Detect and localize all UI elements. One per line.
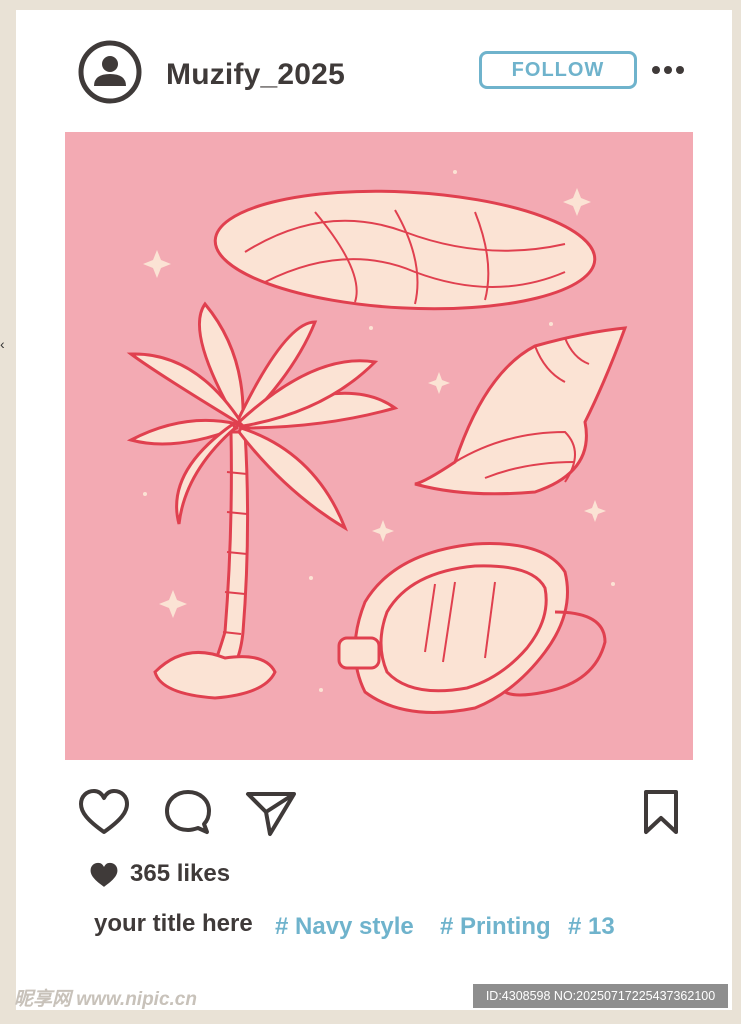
post-image[interactable]: [65, 132, 693, 760]
hashtag-link[interactable]: # Navy style: [275, 913, 414, 941]
username[interactable]: Muzify_2025: [166, 58, 345, 92]
more-options-icon[interactable]: [650, 58, 686, 82]
heart-icon[interactable]: [77, 786, 131, 840]
image-id-label: ID:4308598 NO:20250717225437362100: [473, 984, 728, 1008]
comment-icon[interactable]: [161, 786, 215, 840]
site-watermark: 昵享网 www.nipic.cn: [14, 989, 197, 1010]
edge-mark: ‹: [0, 336, 5, 352]
send-icon[interactable]: [244, 786, 298, 840]
likes-count[interactable]: 365 likes: [130, 860, 230, 888]
filled-heart-icon: [90, 862, 118, 887]
hashtag-link[interactable]: # 13: [568, 913, 615, 941]
diving-goggles-drawing: [337, 542, 607, 714]
seashell-drawing: [414, 326, 628, 496]
hashtag-link[interactable]: # Printing: [440, 913, 551, 941]
beach-illustration: [126, 170, 628, 714]
avatar-icon[interactable]: [78, 40, 142, 104]
follow-button[interactable]: FOLLOW: [479, 51, 637, 89]
likes-row: 365 likes: [88, 860, 230, 888]
bookmark-icon[interactable]: [634, 786, 688, 840]
post-caption: your title here: [94, 910, 253, 937]
surfboard-drawing: [213, 189, 597, 311]
